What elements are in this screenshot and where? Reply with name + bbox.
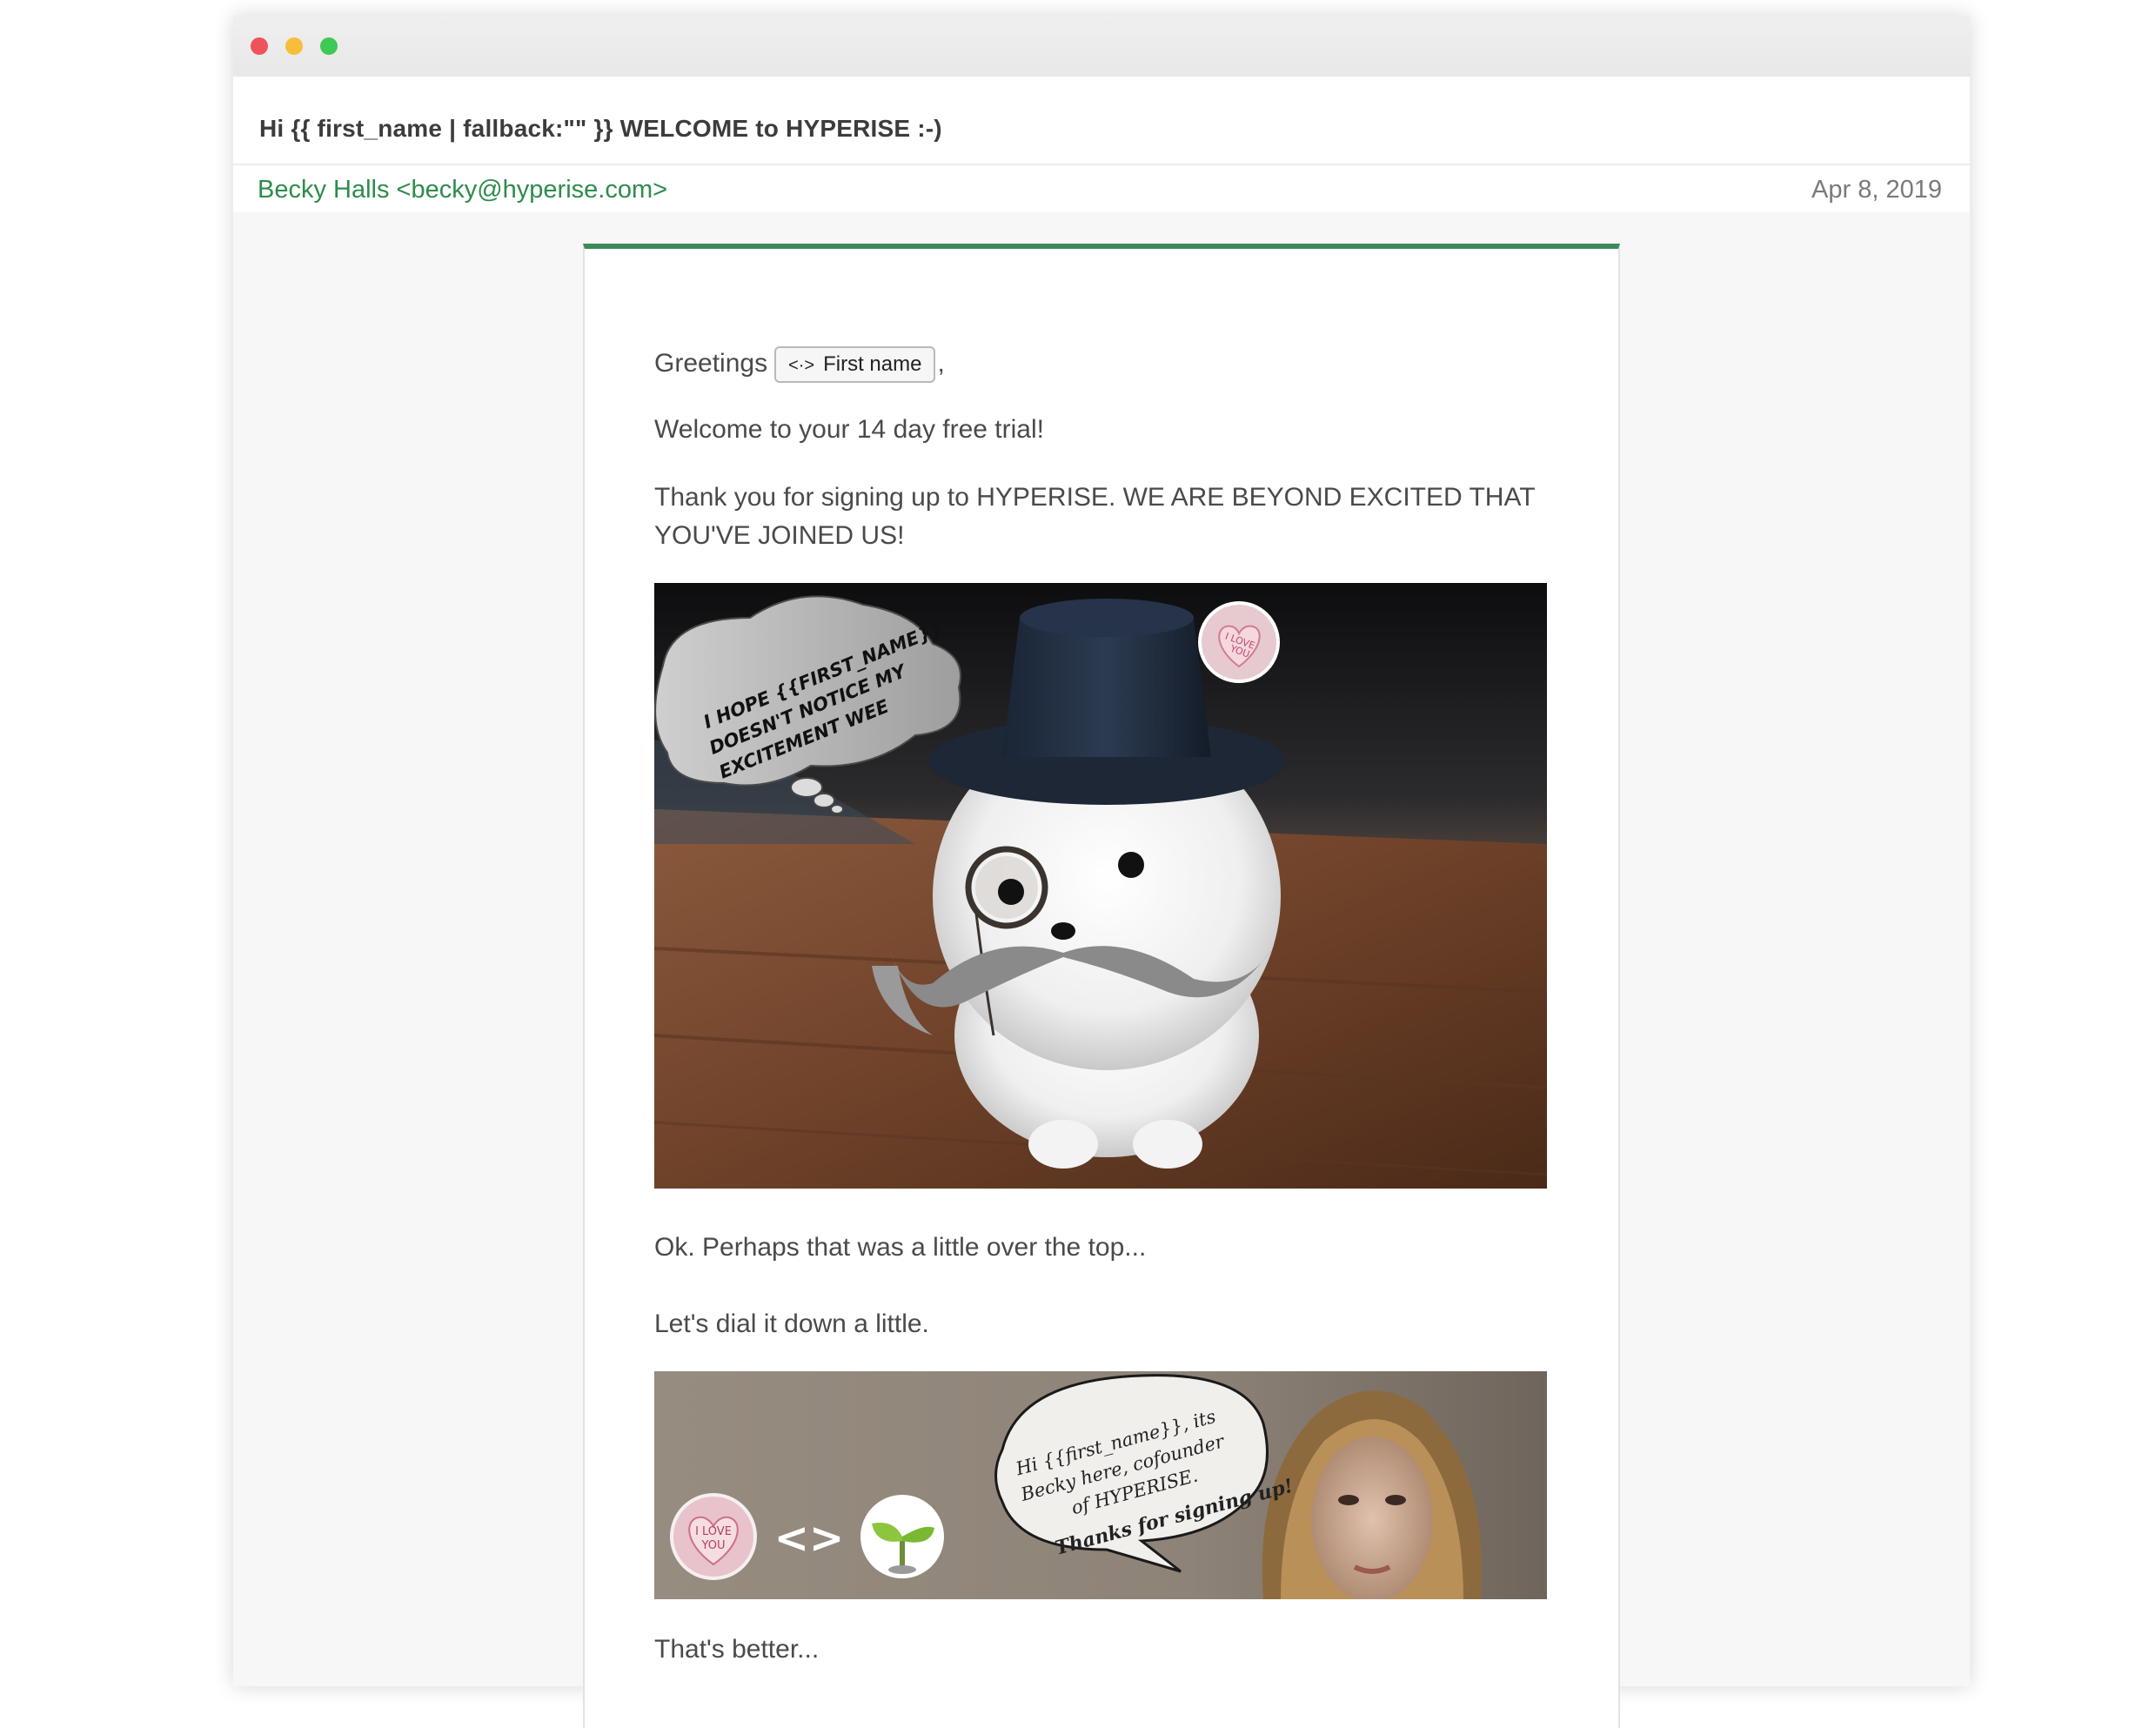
email-subject: Hi {{ first_name | fallback:"" }} WELCOM… xyxy=(259,115,942,142)
greeting-comma: , xyxy=(937,349,945,378)
thats-better-text: That's better... xyxy=(654,1635,820,1664)
greeting-text: Greetings xyxy=(654,349,768,378)
dial-down-text: Let's dial it down a little. xyxy=(654,1309,929,1338)
banner-badge-text-1: I LOVE xyxy=(695,1525,732,1538)
window-titlebar xyxy=(233,16,1970,77)
email-sender[interactable]: Becky Halls <becky@hyperise.com> xyxy=(258,176,667,204)
thanks-text: Thank you for signing up to HYPERISE. WE… xyxy=(654,479,1550,555)
thanks-line-2: YOU'VE JOINED US! xyxy=(654,521,905,550)
subject-bar: Hi {{ first_name | fallback:"" }} WELCOM… xyxy=(233,77,1970,165)
banner-badge-text-2: YOU xyxy=(701,1539,726,1552)
thanks-line-1: Thank you for signing up to HYPERISE. WE… xyxy=(654,483,1536,512)
greeting-line: Greetings <·> First name, xyxy=(654,345,1550,384)
close-window-button[interactable] xyxy=(251,37,268,55)
email-client-window: Hi {{ first_name | fallback:"" }} WELCOM… xyxy=(233,16,1970,1728)
minimize-window-button[interactable] xyxy=(285,37,303,55)
over-the-top-text: Ok. Perhaps that was a little over the t… xyxy=(654,1233,1147,1262)
email-body-card: Greetings <·> First name, Welcome to your … xyxy=(583,244,1620,1728)
code-brackets-icon: <> xyxy=(774,1514,844,1563)
welcome-text: Welcome to your 14 day free trial! xyxy=(654,415,1044,444)
zoom-window-button[interactable] xyxy=(320,37,338,55)
email-date: Apr 8, 2019 xyxy=(1811,176,1942,204)
merge-tag-label: First name xyxy=(823,352,922,377)
email-meta-bar: Becky Halls <becky@hyperise.com> Apr 8, … xyxy=(233,165,1970,212)
first-name-merge-tag[interactable]: <·> First name xyxy=(774,346,936,384)
cofounder-banner-image: Hi {{first_name}}, its Becky here, cofou… xyxy=(654,1371,1547,1599)
dog-image: I LOVE YOU I HOPE {{FIRST_NAME}} DOESN'T… xyxy=(654,583,1547,1189)
code-icon: <·> xyxy=(788,356,815,376)
